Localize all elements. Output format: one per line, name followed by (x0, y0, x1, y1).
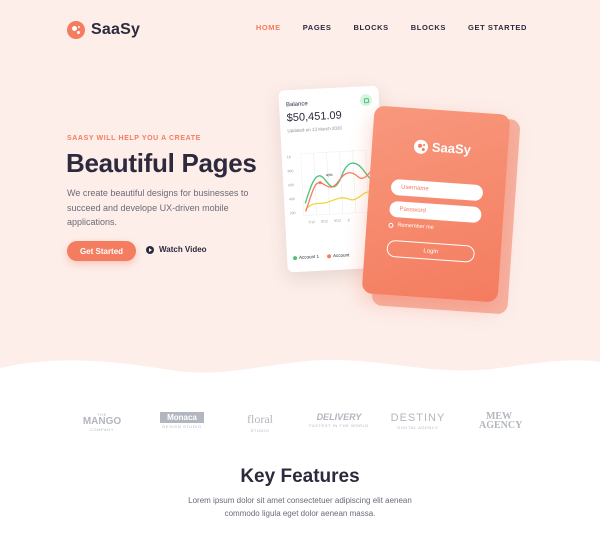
logo-icon (67, 21, 85, 39)
password-field[interactable]: Password (388, 200, 482, 224)
hero-description: We create beautiful designs for business… (67, 188, 249, 227)
logo-icon (413, 138, 429, 154)
partner-logo-floral: floral STUDIO (247, 412, 273, 433)
nav-item-get-started[interactable]: GET STARTED (468, 23, 527, 32)
login-brand-name: SaaSy (431, 139, 472, 158)
brand-name: SaaSy (91, 21, 141, 38)
y-tick-label: 400 (289, 197, 295, 201)
nav-item-blocks-2[interactable]: BLOCKS (411, 23, 446, 32)
grid-icon (359, 93, 373, 107)
chart-grid-col (326, 151, 344, 215)
partner-logo-delivery: DELIVERY FASTEST IN THE WORLD (309, 412, 369, 428)
x-tick-label: 1/ (347, 218, 350, 222)
partner-logo-monaca: Monaca DESIGN STUDIO (160, 412, 204, 429)
y-tick-label: 600 (288, 183, 294, 187)
username-field[interactable]: Username (390, 178, 484, 202)
section-title: Key Features (240, 466, 360, 487)
partner-logo-mango: THE MANGO COMPANY (82, 412, 122, 432)
section-description: Lorem ipsum dolor sit amet consectetuer … (188, 496, 412, 518)
nav-item-home[interactable]: HOME (256, 23, 281, 32)
checkbox-icon (388, 222, 394, 228)
partner-logo-mew-agency: MEW AGENCY (479, 411, 523, 431)
y-tick-label: 1K (287, 155, 292, 159)
legend-item: Account 1 (292, 254, 319, 261)
brand-logo[interactable]: SaaSy (67, 21, 140, 39)
balance-value: $50,451.09 (286, 109, 343, 125)
balance-label: Balance (285, 101, 308, 109)
x-tick-label: 8/12 (321, 219, 328, 223)
x-tick-label: 9/12 (334, 219, 341, 223)
main-nav: HOME PAGES BLOCKS BLOCKS GET STARTED (256, 23, 527, 32)
watch-video-label: Watch Video (159, 245, 207, 254)
series-line-yellow (305, 191, 371, 210)
nav-item-blocks[interactable]: BLOCKS (353, 23, 388, 32)
legend-item: Account (326, 252, 349, 259)
remember-me-label: Remember me (397, 222, 434, 231)
balance-updated-date: Updated on 13 March 2020 (287, 125, 343, 134)
chart-legend: Account 1 Account (292, 252, 349, 261)
chart-grid-col (339, 150, 357, 214)
remember-me-checkbox[interactable]: Remember me (388, 222, 434, 231)
chart-grid-col (352, 149, 370, 214)
hero-eyebrow: SAASY WILL HELP YOU A CREATE (67, 135, 201, 142)
nav-item-pages[interactable]: PAGES (303, 23, 332, 32)
chart-annotation: 40% (326, 173, 333, 177)
play-icon (146, 245, 154, 254)
y-tick-label: 200 (290, 211, 296, 215)
y-tick-label: 800 (287, 169, 293, 173)
hero-headline: Beautiful Pages (66, 148, 257, 178)
login-brand: SaaSy (413, 138, 471, 157)
partner-logo-destiny: DESTINY DIGITAL AGENCY (390, 412, 446, 430)
login-card-mockup: SaaSy Username Password Remember me Logi… (361, 105, 511, 303)
login-button[interactable]: Login (386, 239, 476, 263)
watch-video-link[interactable]: Watch Video (146, 245, 207, 254)
chart-point-marker (318, 181, 322, 185)
get-started-button[interactable]: Get Started (67, 241, 136, 261)
partner-logos: THE MANGO COMPANY Monaca DESIGN STUDIO f… (80, 412, 524, 438)
hero-wave-divider (0, 359, 600, 400)
x-tick-label: 7/12 (308, 220, 315, 224)
